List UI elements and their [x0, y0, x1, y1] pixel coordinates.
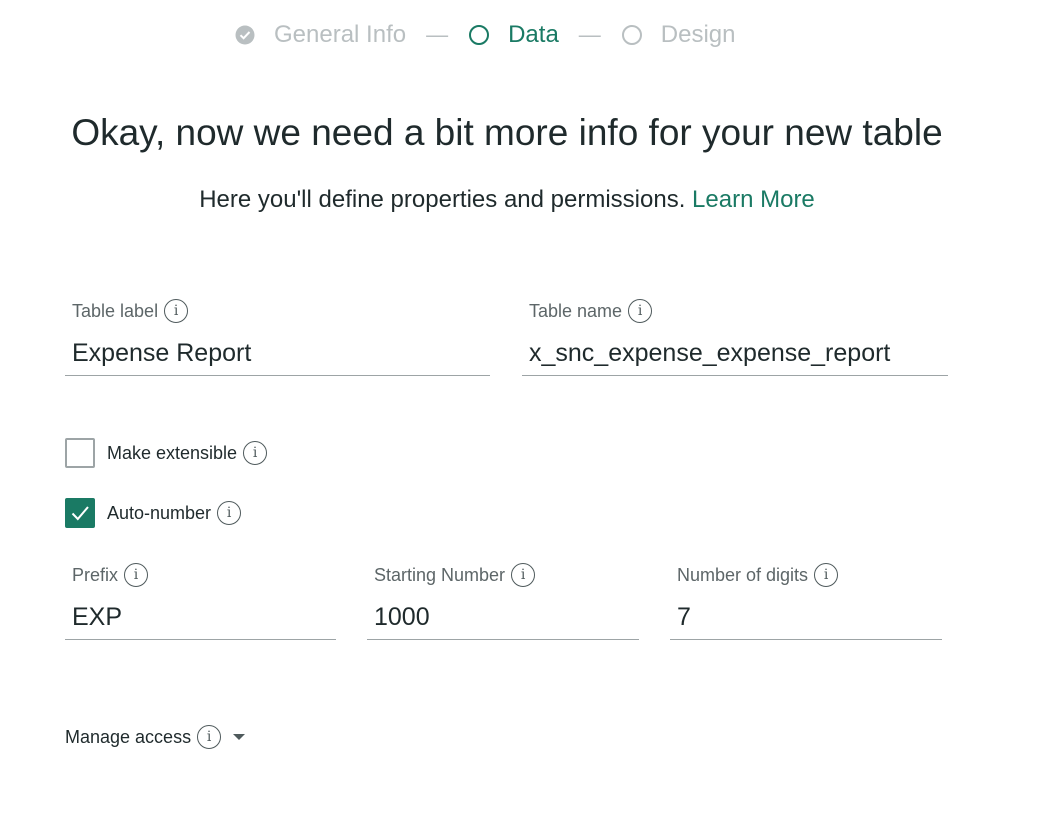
number-of-digits-label: Number of digits	[677, 564, 809, 585]
number-of-digits-field: Number of digits i 7	[670, 561, 942, 640]
input-underline	[65, 639, 336, 640]
starting-number-field: Starting Number i 1000	[367, 561, 639, 640]
make-extensible-checkbox[interactable]	[65, 438, 95, 468]
auto-number-checkbox[interactable]	[65, 498, 95, 528]
input-underline	[65, 375, 490, 376]
table-name-input[interactable]: x_snc_expense_expense_report	[522, 337, 948, 369]
circle-outline-icon	[621, 24, 643, 46]
step-label: General Info	[274, 21, 407, 48]
starting-number-input[interactable]: 1000	[367, 601, 639, 633]
table-label-field: Table label i Expense Report	[65, 297, 490, 376]
info-icon[interactable]: i	[164, 299, 189, 323]
manage-access-label: Manage access	[65, 726, 192, 747]
step-label: Design	[660, 21, 736, 48]
info-icon[interactable]: i	[124, 563, 149, 587]
make-extensible-label: Make extensible	[107, 442, 238, 463]
step-data[interactable]: Data	[468, 21, 559, 49]
page-title: Okay, now we need a bit more info for yo…	[71, 112, 943, 153]
subtitle-text: Here you'll define properties and permis…	[199, 186, 686, 213]
info-icon[interactable]: i	[511, 563, 536, 587]
table-label-label: Table label	[72, 300, 159, 321]
step-general-info[interactable]: General Info	[234, 21, 406, 49]
caret-down-icon[interactable]	[233, 734, 246, 740]
auto-number-row: Auto-number i	[65, 498, 242, 528]
table-name-field: Table name i x_snc_expense_expense_repor…	[522, 297, 948, 376]
info-icon[interactable]: i	[217, 501, 242, 525]
prefix-label: Prefix	[72, 564, 119, 585]
info-icon[interactable]: i	[243, 441, 268, 465]
starting-number-label: Starting Number	[374, 564, 506, 585]
check-circle-icon	[234, 24, 256, 46]
checkmark-icon	[71, 506, 89, 521]
page-subtitle: Here you'll define properties and permis…	[0, 186, 1014, 214]
progress-stepper: General Info — Data — Design	[234, 18, 736, 52]
info-icon[interactable]: i	[814, 563, 839, 587]
step-label: Data	[508, 21, 559, 48]
step-design[interactable]: Design	[621, 21, 736, 49]
prefix-input[interactable]: EXP	[65, 601, 336, 633]
step-separator: —	[426, 22, 449, 47]
step-separator: —	[578, 22, 601, 47]
info-icon[interactable]: i	[197, 725, 222, 749]
number-of-digits-input[interactable]: 7	[670, 601, 942, 633]
table-name-label: Table name	[529, 300, 623, 321]
input-underline	[522, 375, 948, 376]
info-icon[interactable]: i	[628, 299, 653, 323]
circle-outline-icon	[468, 24, 490, 46]
manage-access-toggle[interactable]: Manage access i	[65, 725, 246, 749]
input-underline	[670, 639, 942, 640]
input-underline	[367, 639, 639, 640]
table-label-input[interactable]: Expense Report	[65, 337, 490, 369]
learn-more-link[interactable]: Learn More	[692, 186, 815, 213]
prefix-field: Prefix i EXP	[65, 561, 336, 640]
auto-number-label: Auto-number	[107, 502, 212, 523]
make-extensible-row: Make extensible i	[65, 438, 268, 468]
